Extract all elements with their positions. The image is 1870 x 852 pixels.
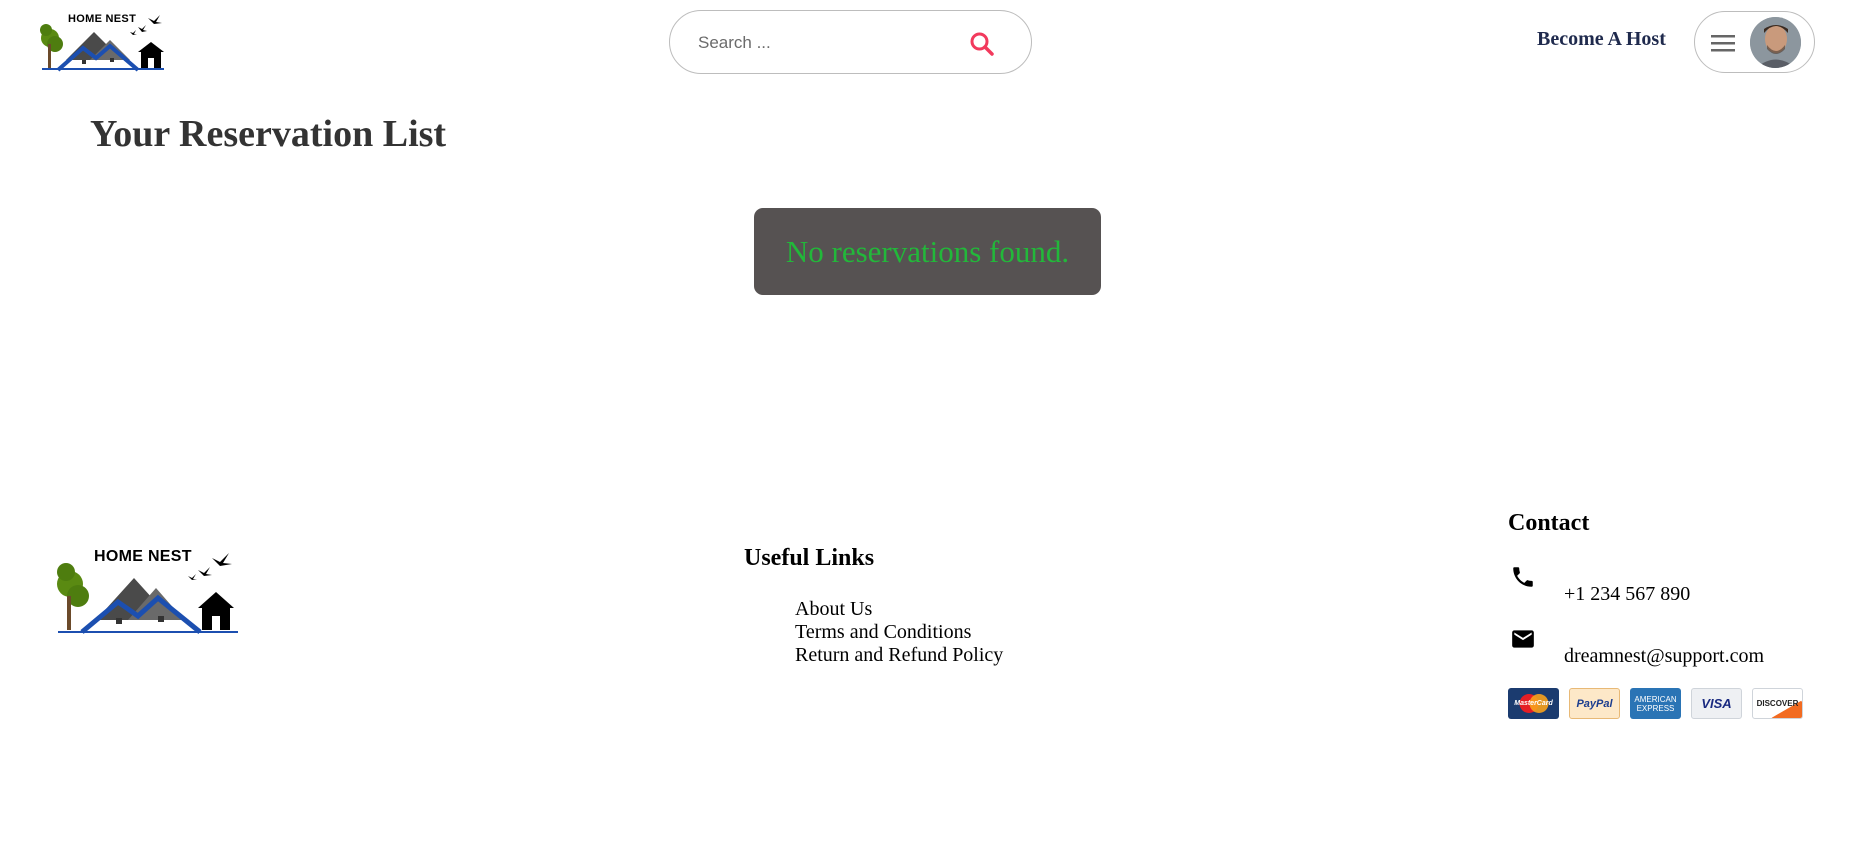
- paypal-label: PayPal: [1576, 697, 1613, 710]
- become-host-link[interactable]: Become A Host: [1537, 28, 1666, 51]
- visa-label: VISA: [1701, 696, 1732, 711]
- user-avatar-icon: [1750, 17, 1801, 68]
- useful-links-list: About Us Terms and Conditions Return and…: [795, 598, 1003, 667]
- search-bar[interactable]: [669, 10, 1032, 74]
- top-navigation: HOME NEST Become A Host: [0, 0, 1870, 86]
- contact-heading: Contact: [1508, 510, 1590, 536]
- mail-icon: [1512, 630, 1534, 648]
- amex-icon: AMERICAN EXPRESS: [1630, 688, 1681, 719]
- search-input[interactable]: [696, 29, 940, 57]
- discover-icon: DISCOVER: [1752, 688, 1803, 719]
- discover-label: DISCOVER: [1756, 699, 1799, 708]
- visa-icon: VISA: [1691, 688, 1742, 719]
- logo-text: HOME NEST: [68, 13, 137, 25]
- contact-email[interactable]: dreamnest@support.com: [1564, 645, 1764, 668]
- footer-logo-text: HOME NEST: [94, 548, 192, 565]
- phone-icon: [1513, 567, 1533, 587]
- home-nest-logo[interactable]: HOME NEST: [38, 10, 168, 72]
- mastercard-icon: MasterCard: [1508, 688, 1559, 719]
- empty-state-message: No reservations found.: [754, 208, 1101, 295]
- footer-link-refund-policy[interactable]: Return and Refund Policy: [795, 644, 1003, 667]
- search-icon[interactable]: [968, 30, 996, 58]
- footer-logo[interactable]: HOME NEST: [52, 544, 242, 636]
- paypal-icon: PayPal: [1569, 688, 1620, 719]
- amex-label: AMERICAN EXPRESS: [1634, 694, 1677, 713]
- footer-link-about-us[interactable]: About Us: [795, 598, 1003, 621]
- hamburger-menu-icon: [1711, 35, 1735, 52]
- page-title: Your Reservation List: [90, 113, 447, 155]
- user-menu-button[interactable]: [1694, 11, 1815, 73]
- contact-phone[interactable]: +1 234 567 890: [1564, 583, 1690, 606]
- footer-link-terms[interactable]: Terms and Conditions: [795, 621, 1003, 644]
- useful-links-heading: Useful Links: [744, 545, 875, 571]
- empty-state-text: No reservations found.: [785, 233, 1070, 269]
- mastercard-label: MasterCard: [1514, 700, 1553, 707]
- avatar: [1750, 17, 1801, 68]
